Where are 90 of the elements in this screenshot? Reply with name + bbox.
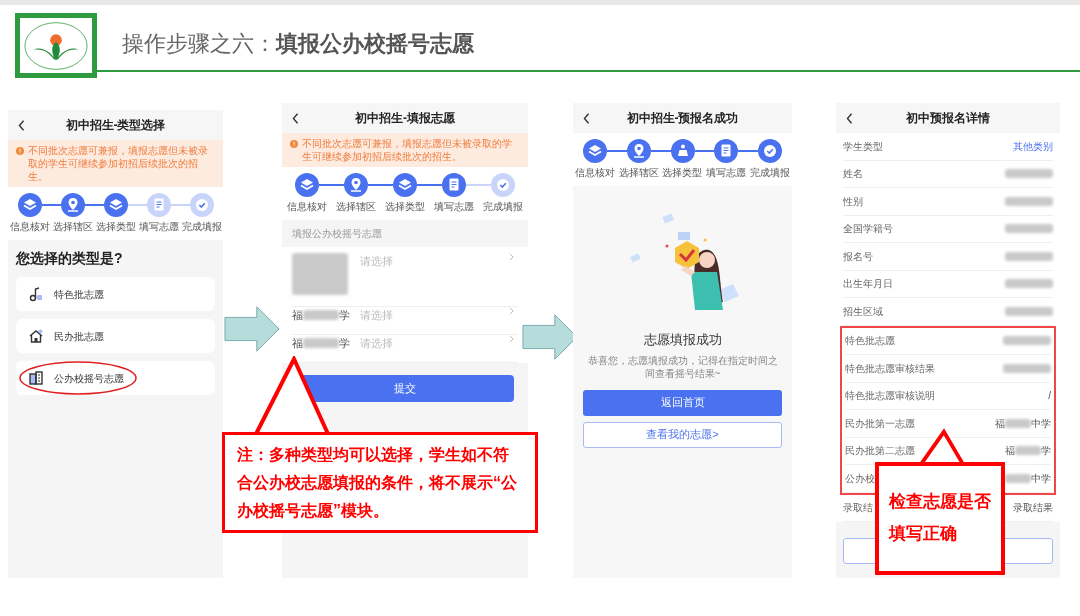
warning-icon	[290, 140, 298, 148]
notice-text: 不同批次志愿可兼报，填报志愿但未被录取的学生可继续参加初招后续批次的招生。	[302, 137, 513, 163]
blurred-value	[1005, 473, 1031, 483]
back-icon[interactable]	[583, 112, 590, 124]
step-label: 选择辖区	[335, 200, 376, 214]
back-icon[interactable]	[846, 112, 853, 124]
success-message: 恭喜您，志愿填报成功，记得在指定时间之间查看摇号结果~	[586, 353, 779, 380]
step-label: 选择辖区	[52, 220, 93, 234]
step-label: 完成填报	[483, 200, 524, 214]
chevron-right-icon	[509, 253, 514, 261]
step-label: 选择类型	[662, 166, 703, 180]
row-label: 报名号	[843, 249, 873, 264]
row-label: 姓名	[843, 167, 863, 182]
row-label: 民办批第一志愿	[845, 416, 915, 431]
blurred-value	[1005, 169, 1053, 179]
page-title: 初中预报名详情	[906, 110, 990, 127]
value-prefix: 福	[995, 416, 1005, 431]
step-label: 填写志愿	[434, 200, 475, 214]
blurred-value	[1015, 446, 1041, 456]
blurred-value	[1003, 363, 1051, 373]
blurred-value	[1005, 306, 1053, 316]
row-label: 学生类型	[843, 139, 883, 154]
row-label: 全国学籍号	[843, 222, 893, 237]
value-prefix: 福	[1005, 444, 1015, 459]
house-icon	[28, 328, 44, 344]
chevron-right-icon	[509, 307, 514, 315]
slide-title: 操作步骤之六：填报公办校摇号志愿	[122, 30, 474, 58]
page-title: 初中招生-预报名成功	[626, 110, 739, 127]
school-prefix: 福	[292, 336, 303, 351]
row-label: 特色批志愿审核说明	[845, 389, 935, 404]
value-suffix: 中学	[1031, 416, 1051, 431]
select-placeholder: 请选择	[360, 336, 394, 351]
select-placeholder: 请选择	[360, 308, 394, 323]
chevron-right-icon	[509, 335, 514, 343]
row-value[interactable]: 其他类别	[1013, 138, 1053, 154]
step-label: 信息核对	[9, 220, 50, 234]
warning-icon	[16, 147, 24, 155]
select-placeholder: 请选择	[360, 254, 394, 269]
step-label: 完成填报	[181, 220, 222, 234]
step-label: 填写志愿	[706, 166, 747, 180]
view-wishes-button[interactable]: 查看我的志愿>	[583, 421, 782, 448]
back-icon[interactable]	[18, 119, 25, 131]
notice-text: 不同批次志愿可兼报，填报志愿但未被录取的学生可继续参加初招后续批次的招生。	[28, 144, 209, 183]
blurred-value	[1005, 224, 1053, 234]
row-label: 特色批志愿审核结果	[845, 361, 935, 376]
right-arrow-icon	[224, 305, 280, 353]
row-value: /	[1048, 389, 1051, 404]
section-label: 填报公办校摇号志愿	[291, 227, 383, 241]
page-title: 初中招生-类型选择	[65, 117, 166, 134]
step-label: 完成填报	[750, 166, 791, 180]
row-label: 录取结	[843, 501, 873, 516]
school-prefix: 福	[292, 308, 303, 323]
step-label: 信息核对	[574, 166, 615, 180]
wish-select-row[interactable]: 福 学 请选择	[292, 307, 518, 335]
page-title: 初中招生-填报志愿	[355, 110, 455, 127]
success-heading: 志愿填报成功	[643, 331, 722, 349]
row-label: 出生年月日	[843, 277, 893, 292]
home-button[interactable]: 返回首页	[583, 389, 782, 416]
type-option[interactable]: 公办校摇号志愿	[16, 361, 215, 395]
row-label: 民办批第二志愿	[845, 444, 915, 459]
school-suffix: 学	[339, 308, 350, 323]
row-label: 特色批志愿	[845, 334, 895, 349]
blurred-value	[292, 253, 348, 295]
blurred-value	[303, 310, 339, 321]
row-label: 公办校	[845, 471, 875, 486]
callout-tooltip: 检查志愿是否填写正确	[875, 462, 1005, 575]
type-option[interactable]: 民办批志愿	[16, 319, 215, 353]
step-label: 选择类型	[385, 200, 425, 214]
row-label: 性别	[843, 194, 863, 209]
type-option[interactable]: 特色批志愿	[16, 277, 215, 311]
blurred-value	[1003, 336, 1051, 346]
step-label: 选择类型	[95, 220, 136, 234]
blurred-value	[1005, 196, 1053, 206]
step-label: 信息核对	[286, 200, 327, 214]
value-suffix: 学	[1041, 444, 1051, 459]
blurred-value	[1005, 418, 1031, 428]
step-label: 填写志愿	[138, 220, 179, 234]
blurred-value	[1005, 279, 1053, 289]
school-suffix: 学	[339, 336, 350, 351]
step-label: 选择辖区	[618, 166, 659, 180]
value-suffix: 中学	[1031, 471, 1051, 486]
back-icon[interactable]	[292, 112, 299, 124]
music-note-icon	[28, 286, 44, 302]
building-icon	[28, 370, 44, 386]
row-value: 录取结果	[1013, 501, 1053, 516]
blurred-value	[303, 338, 339, 349]
row-label: 招生区域	[843, 304, 883, 319]
blurred-value	[1005, 251, 1053, 261]
question-heading: 您选择的类型是?	[16, 249, 124, 268]
wish-select-row[interactable]: 福 学 请选择	[292, 335, 518, 363]
